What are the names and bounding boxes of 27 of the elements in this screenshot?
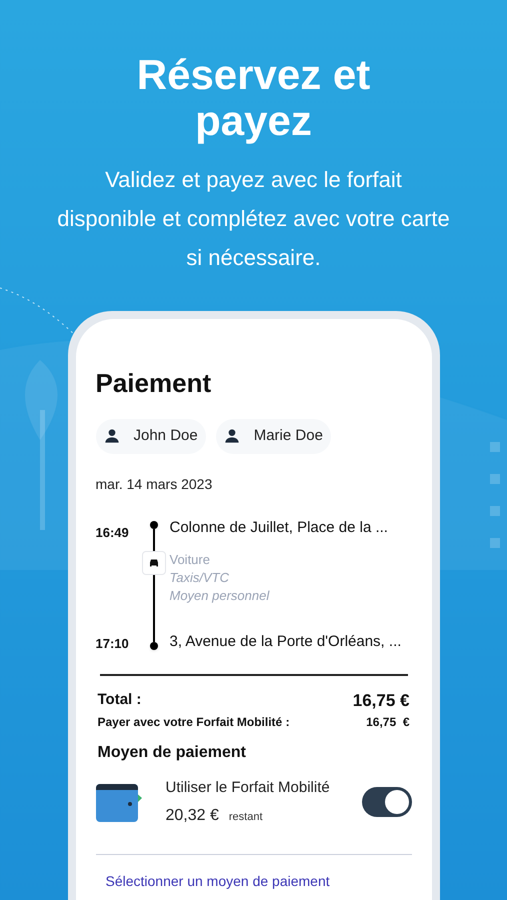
passenger-chip[interactable]: Marie Doe (216, 419, 331, 454)
transport-mode: Taxis/VTC (170, 569, 230, 587)
forfait-label: Payer avec votre Forfait Mobilité : (98, 714, 290, 731)
wallet-label: Utiliser le Forfait Mobilité (166, 778, 331, 798)
person-icon (104, 428, 120, 444)
arrival-place: 3, Avenue de la Porte d'Orléans, ... (170, 632, 402, 652)
departure-place: Colonne de Juillet, Place de la ... (170, 518, 389, 538)
wallet-amount: 20,32 € (166, 806, 219, 826)
arrival-time: 17:10 (96, 635, 130, 653)
passenger-chip[interactable]: John Doe (96, 419, 206, 454)
departure-time: 16:49 (96, 524, 130, 542)
trip-date: mar. 14 mars 2023 (96, 474, 214, 494)
toggle-switch[interactable] (362, 787, 412, 818)
headline: Réservez et payez (136, 52, 372, 144)
screen-title: Paiement (96, 367, 212, 399)
wallet-note: restant (228, 810, 263, 824)
transport-mode: Moyen personnel (170, 587, 270, 605)
car-icon (142, 550, 166, 574)
select-payment-link[interactable]: Sélectionner un moyen de paiement (106, 870, 412, 892)
transport-mode: Voiture (170, 551, 211, 569)
total-label: Total : (98, 690, 142, 710)
wallet-icon (96, 782, 144, 822)
person-icon (224, 428, 240, 444)
total-value: 16,75 € (352, 690, 410, 712)
forfait-value: 16,75 € (366, 714, 410, 731)
subtitle: Validez et payez avec le forfait disponible et complétez avec votre carte si nécessaire. (56, 166, 451, 272)
payment-heading: Moyen de paiement (96, 743, 247, 763)
